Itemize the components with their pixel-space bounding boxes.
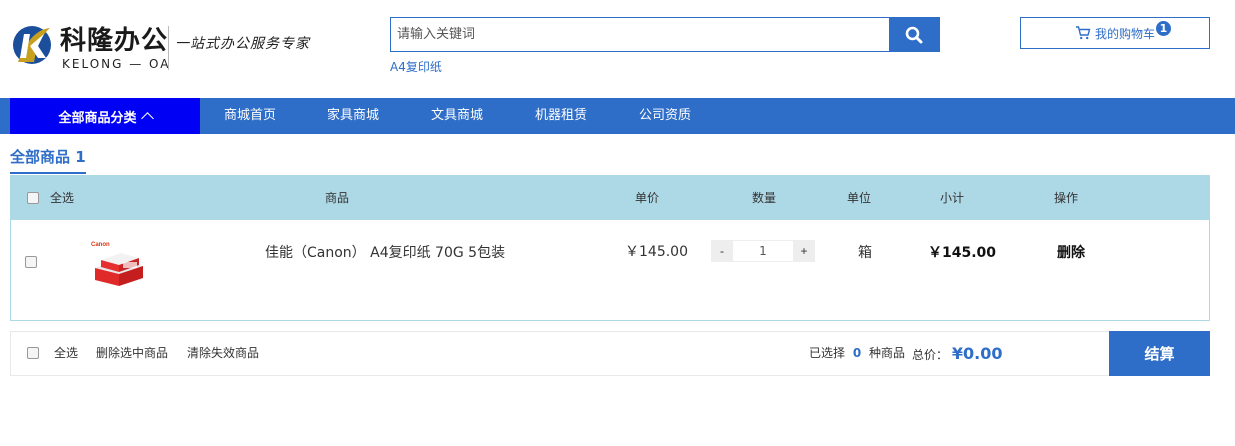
chevron-up-icon [140,112,154,125]
header-select-all: 全选 [50,191,75,205]
product-image-brand: Canon [91,242,110,248]
row-delete-button[interactable]: 删除 [1057,242,1085,262]
table-header: 全选 商品 单价 数量 单位 小计 操作 [11,176,1209,220]
my-cart-button[interactable]: 我的购物车 1 [1020,17,1210,49]
selected-prefix: 已选择 [809,346,846,360]
logo-name-en: KELONG — OA [62,57,171,71]
quantity-increase-button[interactable]: + [793,240,815,262]
header-quantity: 数量 [752,191,777,205]
total-label: 总价： [912,348,949,362]
selected-count-text: 已选择 0 种商品 [809,332,905,375]
cart-table: 全选 商品 单价 数量 单位 小计 操作 Canon 佳能（Canon） A4复… [10,175,1210,321]
header-subtotal: 小计 [940,191,965,205]
row-unit-price: ￥145.00 [625,244,688,260]
logo-slogan: 一站式办公服务专家 [175,36,310,52]
selected-count: 0 [852,346,862,360]
quantity-decrease-button[interactable]: - [711,240,733,262]
search-button[interactable] [889,18,939,51]
quantity-stepper: - + [711,240,815,262]
nav-item-company-qualification[interactable]: 公司资质 [639,98,691,134]
hot-word-link[interactable]: A4复印纸 [390,58,442,75]
all-categories-label: 全部商品分类 [58,110,137,126]
cart-count-badge: 1 [1156,21,1171,36]
nav-item-machine-rental[interactable]: 机器租赁 [535,98,587,134]
main-nav: 全部商品分类 商城首页 家具商城 文具商城 机器租赁 公司资质 [0,98,1235,134]
cart-footer-bar: 全选 删除选中商品 清除失效商品 已选择 0 种商品 总价： ¥0.00 结算 [10,331,1210,376]
cart-icon [1075,26,1091,40]
checkout-button[interactable]: 结算 [1109,331,1210,376]
header-unit-price: 单价 [635,191,660,205]
all-categories-button[interactable]: 全部商品分类 [10,98,200,134]
delete-selected-link[interactable]: 删除选中商品 [96,332,168,375]
header-unit: 单位 [847,191,872,205]
nav-item-home[interactable]: 商城首页 [224,98,276,134]
search-icon [905,26,923,43]
header-product: 商品 [325,191,350,205]
header-action: 操作 [1054,191,1079,205]
quantity-input[interactable] [733,240,793,262]
product-image[interactable]: Canon [89,238,151,290]
search-input[interactable] [391,18,889,51]
row-checkbox[interactable] [25,256,37,268]
tab-all-products[interactable]: 全部商品 1 [10,146,86,174]
logo-mark-icon [13,26,51,64]
footer-select-all-label[interactable]: 全选 [54,332,78,375]
search-box [390,17,940,52]
footer-select-all-checkbox[interactable] [27,347,39,359]
clear-invalid-link[interactable]: 清除失效商品 [187,332,259,375]
select-all-checkbox[interactable] [27,192,39,204]
logo-name-cn: 科隆办公 [60,26,169,56]
table-row: Canon 佳能（Canon） A4复印纸 70G 5包装 ￥145.00 - … [11,220,1209,320]
total-value: ¥0.00 [951,344,1003,363]
row-unit: 箱 [858,245,872,261]
selected-suffix: 种商品 [869,346,906,360]
nav-item-stationery[interactable]: 文具商城 [431,98,483,134]
site-logo[interactable]: 科隆办公 KELONG — OA 一站式办公服务专家 [10,20,310,75]
nav-item-furniture[interactable]: 家具商城 [327,98,379,134]
row-subtotal: ￥145.00 [928,245,997,261]
product-name-link[interactable]: 佳能（Canon） A4复印纸 70G 5包装 [265,242,505,262]
logo-divider [168,26,169,70]
cart-label: 我的购物车 [1094,26,1155,41]
total-price: 总价： ¥0.00 [912,332,1002,375]
